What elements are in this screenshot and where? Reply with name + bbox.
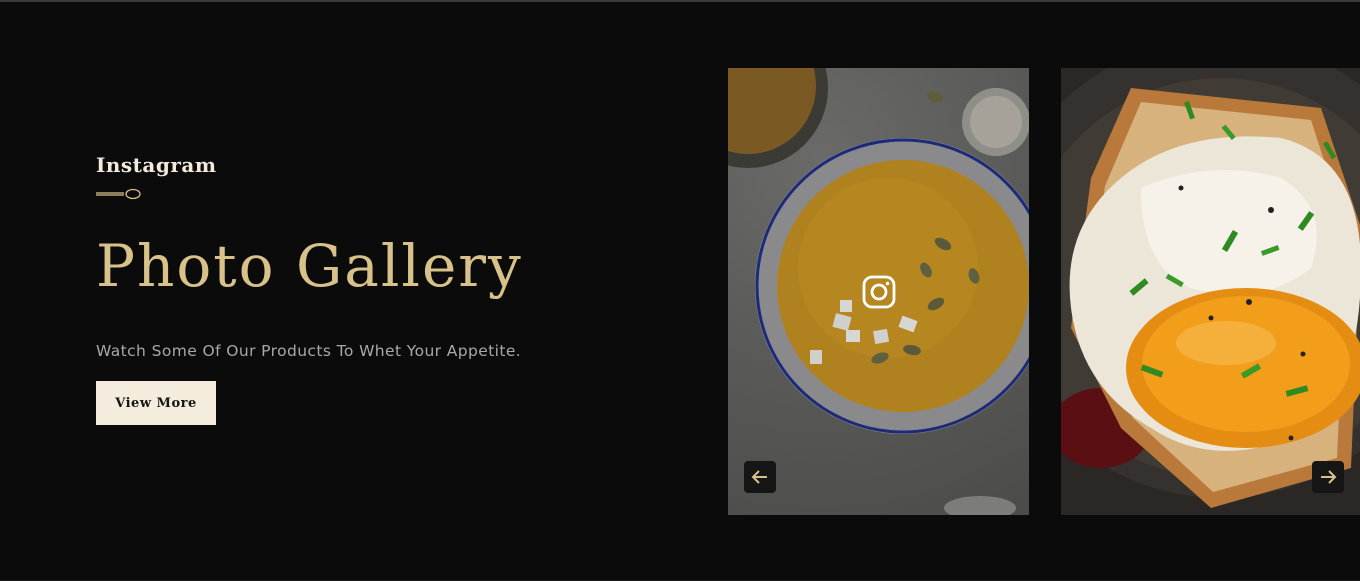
gallery-item-soup[interactable]	[728, 68, 1029, 515]
gallery-prev-button[interactable]	[744, 461, 776, 493]
instagram-icon[interactable]	[862, 275, 896, 309]
arrow-left-icon	[751, 470, 767, 484]
top-divider	[0, 0, 1360, 2]
view-more-button[interactable]: View More	[96, 381, 216, 425]
section-subtitle: Watch Some Of Our Products To Whet Your …	[96, 342, 522, 360]
gallery-item-egg-toast[interactable]	[1061, 68, 1360, 515]
gallery-intro: Instagram Photo Gallery Watch Some Of Ou…	[96, 150, 656, 425]
spoon-divider-icon	[96, 188, 141, 200]
arrow-right-icon	[1321, 470, 1337, 484]
egg-toast-photo	[1061, 68, 1360, 508]
section-eyebrow: Instagram	[96, 153, 217, 177]
page-title: Photo Gallery	[96, 232, 523, 300]
gallery-next-button[interactable]	[1312, 461, 1344, 493]
